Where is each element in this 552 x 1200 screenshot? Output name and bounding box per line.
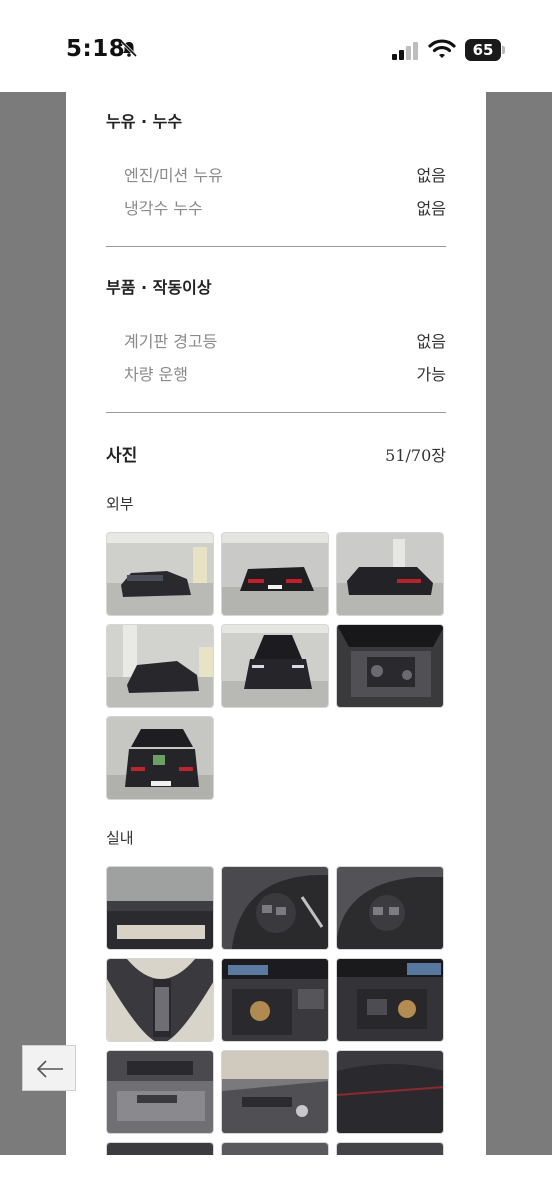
status-time: 5:18 (66, 36, 126, 62)
photo-thumbnail[interactable] (336, 958, 444, 1042)
photo-thumbnail[interactable] (106, 1142, 214, 1155)
parts-section-title: 부품 · 작동이상 (106, 278, 212, 297)
photo-thumbnail[interactable] (336, 1142, 444, 1155)
section-divider (106, 246, 446, 247)
photo-thumbnail[interactable] (221, 532, 329, 616)
photo-thumbnail[interactable] (106, 958, 214, 1042)
photo-section-title: 사진 (106, 446, 138, 466)
photo-thumbnail[interactable] (106, 624, 214, 708)
battery-level: 65 (472, 41, 494, 59)
exterior-label: 외부 (106, 495, 134, 513)
row-value-coolant-leak: 없음 (416, 199, 446, 218)
photo-thumbnail[interactable] (106, 716, 214, 800)
report-sheet: 누유 · 누수 엔진/미션 누유 없음 냉각수 누수 없음 부품 · 작동이상 … (66, 92, 486, 1155)
back-button[interactable] (22, 1045, 76, 1091)
photo-thumbnail[interactable] (336, 1050, 444, 1134)
photo-thumbnail[interactable] (336, 866, 444, 950)
row-label-dashboard-warning: 계기판 경고등 (124, 332, 218, 351)
row-label-engine-leak: 엔진/미션 누유 (124, 166, 223, 185)
photo-count: 51/70장 (385, 446, 446, 465)
leak-section-title: 누유 · 누수 (106, 112, 183, 131)
section-divider (106, 412, 446, 413)
signal-icon (392, 42, 422, 60)
photo-thumbnail[interactable] (221, 866, 329, 950)
photo-thumbnail[interactable] (106, 866, 214, 950)
row-value-drivable: 가능 (416, 365, 446, 384)
photo-thumbnail[interactable] (221, 958, 329, 1042)
row-label-drivable: 차량 운행 (124, 365, 188, 384)
photo-thumbnail[interactable] (336, 532, 444, 616)
row-value-engine-leak: 없음 (416, 166, 446, 185)
row-value-dashboard-warning: 없음 (416, 332, 446, 351)
photo-thumbnail[interactable] (106, 532, 214, 616)
photo-thumbnail[interactable] (336, 624, 444, 708)
row-label-coolant-leak: 냉각수 누수 (124, 199, 203, 218)
arrow-left-icon (36, 1060, 63, 1078)
photo-thumbnail[interactable] (221, 624, 329, 708)
photo-thumbnail[interactable] (221, 1050, 329, 1134)
interior-label: 실내 (106, 829, 134, 847)
bell-slash-icon (120, 40, 138, 58)
page-viewport[interactable]: 누유 · 누수 엔진/미션 누유 없음 냉각수 누수 없음 부품 · 작동이상 … (0, 92, 552, 1155)
photo-thumbnail[interactable] (106, 1050, 214, 1134)
wifi-icon (428, 38, 456, 60)
status-bar: 5:18 65 (0, 0, 552, 92)
battery-icon: 65 (465, 39, 505, 61)
bottom-bar (0, 1155, 552, 1200)
photo-thumbnail[interactable] (221, 1142, 329, 1155)
